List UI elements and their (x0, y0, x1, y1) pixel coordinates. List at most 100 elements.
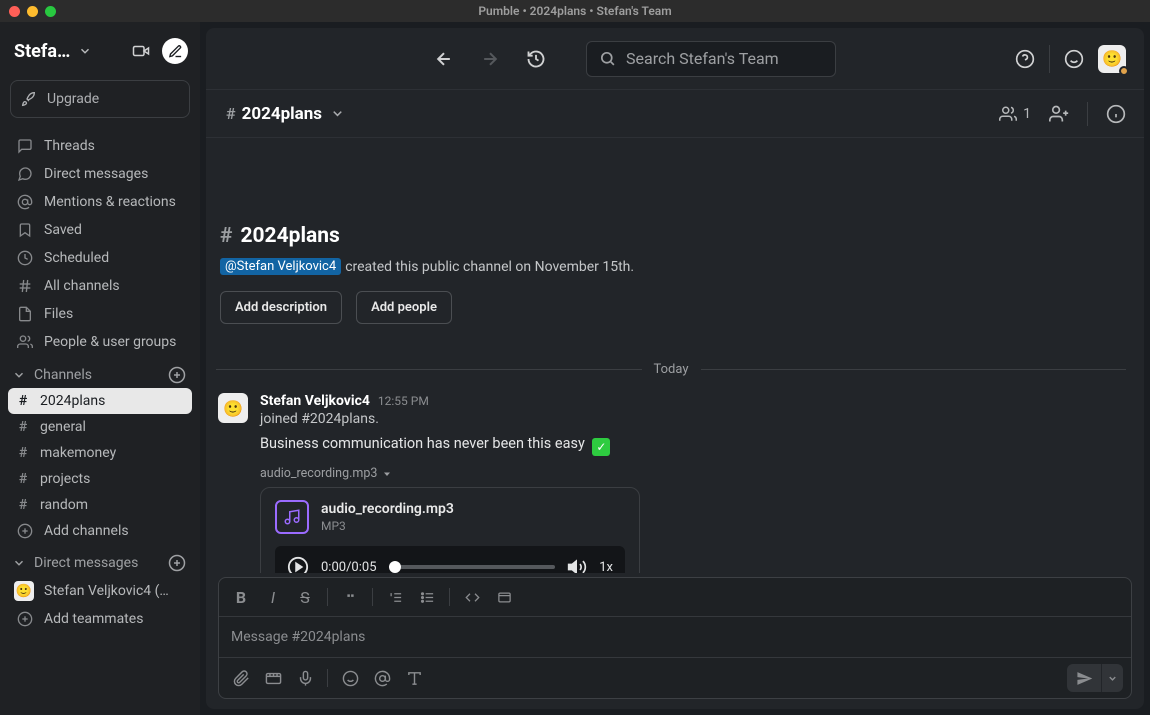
nav-allchannels[interactable]: All channels (8, 272, 192, 300)
people-icon (16, 334, 34, 350)
message-timestamp: 12:55 PM (378, 394, 429, 408)
people-icon (999, 105, 1017, 123)
speed-button[interactable]: 1x (599, 560, 613, 574)
volume-button[interactable] (567, 557, 587, 573)
attachment-label[interactable]: audio_recording.mp3 (260, 466, 1126, 481)
window-title: Pumble • 2024plans • Stefan's Team (0, 4, 1150, 18)
add-teammates-item[interactable]: Add teammates (8, 606, 192, 632)
history-button[interactable] (520, 43, 552, 75)
search-input[interactable]: Search Stefan's Team (586, 41, 836, 77)
scheduled-icon (16, 250, 34, 266)
plus-circle-icon (16, 523, 34, 539)
channel-projects[interactable]: #projects (8, 466, 192, 492)
sidebar: Stefa… Upgrade ThreadsDirect messagesMen… (0, 22, 200, 715)
threads-icon (16, 138, 34, 154)
bold-button[interactable]: B (227, 584, 255, 610)
emoji-button[interactable] (336, 665, 364, 691)
help-button[interactable] (1015, 49, 1035, 69)
channel-makemoney[interactable]: #makemoney (8, 440, 192, 466)
presence-indicator (1119, 66, 1129, 76)
channel-random[interactable]: #random (8, 492, 192, 518)
code-button[interactable] (458, 584, 486, 610)
message-list[interactable]: # 2024plans @Stefan Veljkovic4 created t… (206, 138, 1144, 573)
channel-details-button[interactable] (1106, 104, 1126, 124)
compose-button[interactable] (162, 38, 188, 64)
nav-threads[interactable]: Threads (8, 132, 192, 160)
hash-icon: # (16, 497, 30, 513)
channels-section-header[interactable]: Channels (8, 356, 192, 388)
audio-clip-button[interactable] (291, 665, 319, 691)
dm-section-header[interactable]: Direct messages (8, 544, 192, 576)
add-people-icon (1049, 104, 1069, 124)
send-button[interactable] (1067, 664, 1101, 692)
smile-icon (1064, 49, 1084, 69)
workspace-name: Stefa… (14, 41, 70, 62)
member-count-button[interactable]: 1 (999, 105, 1031, 123)
formatting-toggle-button[interactable] (400, 665, 428, 691)
ordered-list-button[interactable] (381, 584, 409, 610)
bullet-list-button[interactable] (413, 584, 441, 610)
audio-time: 0:00/0:05 (321, 560, 377, 574)
italic-button[interactable]: I (259, 584, 287, 610)
allchannels-icon (16, 278, 34, 294)
composer-input[interactable]: Message #2024plans (219, 617, 1131, 657)
message-text: Business communication has never been th… (260, 435, 1126, 456)
channel-header: # 2024plans 1 (206, 90, 1144, 138)
add-description-button[interactable]: Add description (220, 291, 342, 324)
video-clip-button[interactable] (259, 665, 287, 691)
add-people-button[interactable] (1049, 104, 1069, 124)
chevron-down-icon[interactable] (330, 106, 345, 121)
message-author[interactable]: Stefan Veljkovic4 (260, 393, 370, 409)
nav-mentions[interactable]: Mentions & reactions (8, 188, 192, 216)
channel-general[interactable]: #general (8, 414, 192, 440)
send-options-button[interactable] (1101, 664, 1123, 692)
strike-button[interactable]: S (291, 584, 319, 610)
nav-saved[interactable]: Saved (8, 216, 192, 244)
info-icon (1106, 104, 1126, 124)
nav-scheduled[interactable]: Scheduled (8, 244, 192, 272)
add-channels-item[interactable]: Add channels (8, 518, 192, 544)
user-avatar[interactable]: 🙂 (1098, 45, 1126, 73)
day-divider: Today (216, 362, 1126, 377)
play-button[interactable] (287, 556, 309, 573)
codeblock-button[interactable] (490, 584, 518, 610)
hash-icon: # (16, 393, 30, 409)
system-event-text: joined #2024plans. (260, 411, 1126, 427)
search-icon (599, 50, 616, 67)
nav-people[interactable]: People & user groups (8, 328, 192, 356)
video-icon[interactable] (128, 38, 154, 64)
user-mention[interactable]: @Stefan Veljkovic4 (220, 258, 341, 275)
chevron-down-icon (78, 44, 92, 58)
avatar[interactable]: 🙂 (218, 393, 248, 423)
reactions-button[interactable] (1064, 49, 1084, 69)
audio-filename: audio_recording.mp3 (321, 501, 454, 517)
music-note-icon (275, 500, 309, 534)
audio-seek-slider[interactable] (389, 565, 556, 569)
check-emoji-icon: ✓ (592, 438, 610, 456)
back-button[interactable] (428, 43, 460, 75)
channel-2024plans[interactable]: #2024plans (8, 388, 192, 414)
hash-icon: # (16, 445, 30, 461)
forward-button[interactable] (474, 43, 506, 75)
mention-button[interactable] (368, 665, 396, 691)
audio-player: 0:00/0:05 1x (275, 546, 625, 573)
upgrade-button[interactable]: Upgrade (10, 80, 190, 118)
caret-down-icon (381, 468, 393, 480)
add-channel-icon[interactable] (168, 366, 186, 384)
upgrade-label: Upgrade (47, 91, 99, 107)
plus-circle-icon (16, 611, 34, 627)
nav-dm[interactable]: Direct messages (8, 160, 192, 188)
hash-icon: # (226, 104, 236, 123)
dm-icon (16, 166, 34, 182)
workspace-switcher[interactable]: Stefa… (8, 30, 192, 78)
channel-name[interactable]: 2024plans (242, 104, 322, 124)
quote-button[interactable] (336, 584, 364, 610)
attach-button[interactable] (227, 665, 255, 691)
message-composer: B I S Message #2024plans (218, 577, 1132, 699)
add-people-button[interactable]: Add people (356, 291, 452, 324)
hash-icon: # (16, 471, 30, 487)
add-dm-icon[interactable] (168, 554, 186, 572)
nav-files[interactable]: Files (8, 300, 192, 328)
topbar: Search Stefan's Team 🙂 (206, 28, 1144, 90)
dm-item[interactable]: 🙂 Stefan Veljkovic4 (… (8, 576, 192, 606)
